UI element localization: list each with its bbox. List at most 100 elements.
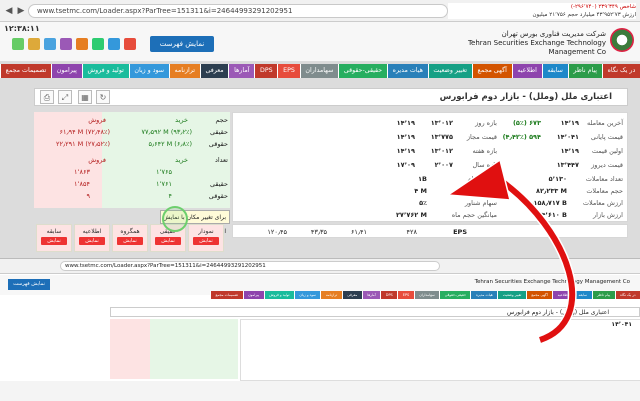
bottom-tab[interactable]: اطلاعیه نمایش — [74, 224, 110, 252]
menu-item[interactable]: اطلاعیه — [511, 64, 542, 78]
bottom-tab-label: سابقه — [46, 228, 62, 235]
stat-label: قیمت پایانی — [590, 133, 623, 141]
embedded-menu-item: تصمیمات مجمع — [210, 291, 243, 299]
stat-v2: ۱۷٬۰۹ — [396, 161, 415, 169]
stat-v2: ۱۴٬۱۹ — [396, 133, 415, 141]
count-header: تعداد — [214, 156, 228, 164]
volume-header: حجم — [215, 116, 228, 124]
stat-label: بازه روز — [475, 119, 497, 127]
stat-v1: ۱۳٬۰۱۲ — [430, 119, 453, 127]
menu-item[interactable]: تصمیمات مجمع — [0, 64, 52, 78]
stat-v1: ۲٬۰۰۷ — [434, 161, 453, 169]
menu-item[interactable]: معرفی — [199, 64, 229, 78]
menu-item[interactable]: حقیقی-حقوقی — [338, 64, 387, 78]
pe-value: ۶۱٫۴۱ — [350, 228, 367, 236]
show-button[interactable]: نمایش — [41, 237, 67, 245]
watchlist-icon[interactable] — [44, 38, 56, 50]
stat-label: قیمت مجاز — [466, 133, 497, 141]
excel-icon[interactable]: ▦ — [78, 90, 92, 104]
stat-value: ۱۴٬۱۹ — [560, 147, 579, 155]
company-name-fa: شرکت مدیریت فناوری بورس تهران — [501, 30, 606, 38]
stat-label: قیمت دیروز — [591, 161, 623, 169]
stat-value: ۱۴٬۱۹ — [560, 119, 579, 127]
bottom-tab[interactable]: نمودار نمایش — [188, 224, 224, 252]
embedded-menu-item: تولید و فروش — [263, 291, 294, 299]
embedded-menu-item: هیات مدیره — [470, 291, 498, 299]
ticker-line-1: شاخص ۲۳۹٬۳۴۹ (۲۹۶٬۷۴۰-) — [570, 4, 636, 10]
embedded-address-bar: www.tsetmc.com/Loader.aspx?ParTree=15131… — [60, 261, 440, 271]
address-bar[interactable]: www.tsetmc.com/Loader.aspx?ParTree=15131… — [28, 4, 448, 18]
embedded-menu-item: سود و زیان — [293, 291, 321, 299]
menu-item[interactable]: تغییر وضعیت — [427, 64, 472, 78]
show-button[interactable]: نمایش — [193, 237, 219, 245]
menu-item[interactable]: سابقه — [541, 64, 568, 78]
stat-v1: ۱۳٬۰۱۲ — [430, 147, 453, 155]
mail-icon[interactable] — [28, 38, 40, 50]
menu-item[interactable]: پیام ناظر — [567, 64, 602, 78]
stat-value: ۵٪ — [419, 199, 427, 207]
embedded-menu-item: آگهی مجمع — [525, 291, 553, 299]
user-icon[interactable] — [124, 38, 136, 50]
stat-label: ارزش معاملات — [582, 199, 623, 207]
menu-item[interactable]: در یک نگاه — [601, 64, 640, 78]
bottom-tab-label: نمودار — [198, 228, 214, 235]
buy-header-2: خرید — [175, 156, 188, 164]
menu-item[interactable]: آمارها — [228, 64, 255, 78]
show-button[interactable]: نمایش — [117, 237, 143, 245]
embedded-menu-item: DPS — [380, 291, 398, 299]
embedded-menu-item: حقیقی-حقوقی — [439, 291, 471, 299]
stat-value: ۱۳٬۴۴۷ — [556, 161, 579, 169]
menu-item[interactable]: هیات مدیره — [386, 64, 428, 78]
menu-item[interactable]: EPS — [277, 64, 300, 78]
menu-item[interactable]: پیرامون — [51, 64, 82, 78]
menu-item[interactable]: سهامداران — [299, 64, 339, 78]
stat-label: حجم معاملات — [586, 187, 623, 195]
stat-label: ارزش بازار — [593, 211, 623, 219]
menu-item[interactable]: ترازنامه — [168, 64, 200, 78]
show-button[interactable]: نمایش — [79, 237, 105, 245]
show-button[interactable]: نمایش — [155, 237, 181, 245]
filter-icon[interactable] — [92, 38, 104, 50]
embedded-title: اعتباری ملل (وملل) - بازار دوم فرابورس — [110, 307, 640, 317]
embedded-screenshot: www.tsetmc.com/Loader.aspx?ParTree=15131… — [0, 258, 640, 401]
stat-v2: ۱۴٬۱۹ — [396, 119, 415, 127]
embedded-menu-item: پیرامون — [242, 291, 264, 299]
forward-arrow-icon[interactable]: ▶ — [15, 5, 27, 17]
bottom-tab[interactable]: همگروه نمایش — [112, 224, 148, 252]
real-buy-volume: ۷۷٫۵۹۲ M (۹۳٫۲٪) — [141, 128, 193, 136]
legal-sell-count: ۹ — [86, 192, 91, 200]
chart-icon[interactable] — [76, 38, 88, 50]
menu-item[interactable]: آگهی مجمع — [471, 64, 512, 78]
menu-item[interactable]: تولید و فروش — [81, 64, 129, 78]
help-icon[interactable] — [60, 38, 72, 50]
real-sell-count: ۱٬۸۵۴ — [73, 180, 90, 188]
refresh-icon[interactable]: ↻ — [96, 90, 110, 104]
stat-label: میانگین حجم ماه — [451, 211, 497, 219]
stat-label: بازه هفته — [472, 147, 497, 155]
buy-sell-table: فروش خرید حجم ۶۱٫۹۴ M (۷۲٫۴۸٪) ۷۷٫۵۹۲ M … — [34, 112, 230, 208]
embedded-menu-item: سابقه — [572, 291, 592, 299]
embedded-menu-item: ترازنامه — [320, 291, 342, 299]
group-pe-value: ۴۳٫۳۵ — [310, 228, 327, 236]
embedded-menu-item: در یک نگاه — [614, 291, 640, 299]
show-list-button[interactable]: نمایش فهرست — [150, 36, 214, 52]
settings-icon[interactable] — [12, 38, 24, 50]
back-arrow-icon[interactable]: ◀ — [3, 5, 15, 17]
market-icon[interactable] — [108, 38, 120, 50]
bottom-tab[interactable]: سابقه نمایش — [36, 224, 72, 252]
print-icon[interactable]: ⎙ — [40, 90, 54, 104]
menu-item[interactable]: سود و زیان — [128, 64, 169, 78]
stat-value: ۱B — [418, 175, 427, 183]
expand-icon[interactable]: ⤢ — [58, 90, 72, 104]
stat-value: ۴ M — [414, 187, 427, 195]
stat-v2: ۱۴٬۱۹ — [396, 147, 415, 155]
real-label: حقیقی — [210, 128, 228, 136]
stat-value: ۲۴٬۶۱۰ B — [537, 211, 567, 219]
stat-value: ۵٬۱۳۰ — [548, 175, 567, 183]
real-label-2: حقیقی — [210, 180, 228, 188]
stat-label: آخرین معامله — [587, 119, 623, 127]
index-ticker: شاخص ۲۳۹٬۳۴۹ (۲۹۶٬۷۴۰-) ارزش ۴۳٬۹۵۲٬۷۳ م… — [448, 3, 636, 19]
embedded-menu-item: پیام ناظر — [591, 291, 615, 299]
stat-label: اولین قیمت — [591, 147, 623, 155]
menu-item[interactable]: DPS — [254, 64, 278, 78]
